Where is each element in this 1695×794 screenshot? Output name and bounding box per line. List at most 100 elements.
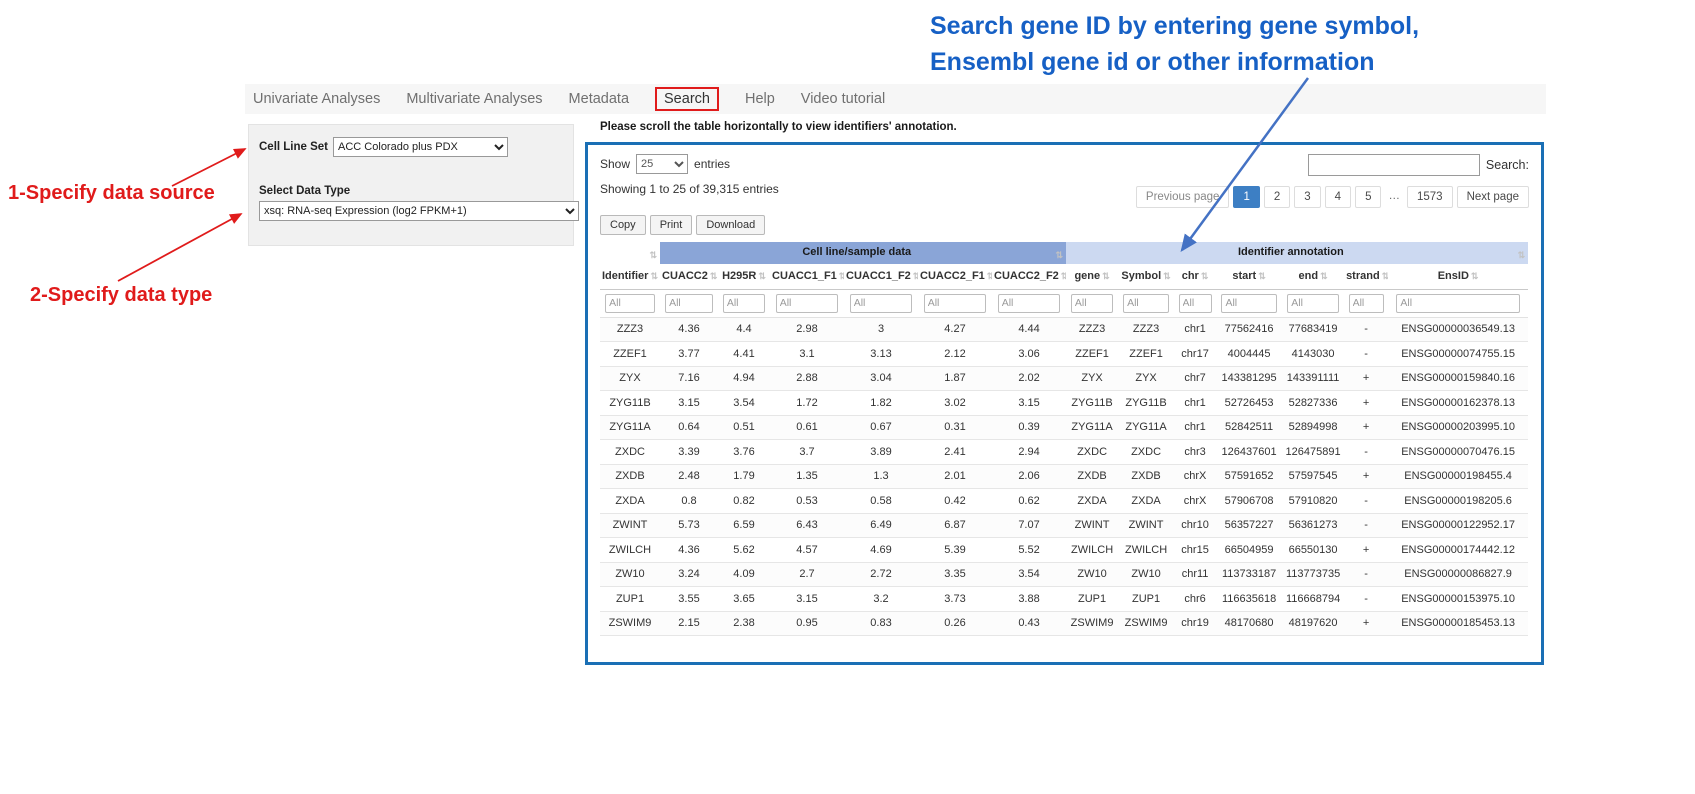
pagination-page-2[interactable]: 2 <box>1264 186 1290 208</box>
column-header-cuacc2_f2[interactable]: CUACC2_F2⇅ <box>992 264 1066 289</box>
table-row[interactable]: ZZZ34.364.42.9834.274.44ZZZ3ZZZ3chr17756… <box>600 317 1528 342</box>
column-header-cuacc1_f2[interactable]: CUACC1_F2⇅ <box>844 264 918 289</box>
cell-cuacc1_f2: 3.89 <box>844 440 918 465</box>
column-header-strand[interactable]: strand⇅ <box>1344 264 1388 289</box>
table-row[interactable]: ZSWIM92.152.380.950.830.260.43ZSWIM9ZSWI… <box>600 611 1528 636</box>
cell-start: 77562416 <box>1216 317 1282 342</box>
filter-input-cuacc1_f1[interactable] <box>776 294 839 313</box>
cell-identifier: ZYG11B <box>600 391 660 416</box>
table-row[interactable]: ZXDB2.481.791.351.32.012.06ZXDBZXDBchrX5… <box>600 464 1528 489</box>
cell-cuacc2_f2: 2.94 <box>992 440 1066 465</box>
cell-chr: chr15 <box>1174 538 1216 563</box>
pagination-page-4[interactable]: 4 <box>1325 186 1351 208</box>
filter-input-cuacc2[interactable] <box>665 294 713 313</box>
cell-strand: - <box>1344 562 1388 587</box>
cell-ensid: ENSG00000122952.17 <box>1388 513 1528 538</box>
table-search-input[interactable] <box>1308 154 1480 176</box>
cell-h295r: 4.41 <box>718 342 770 367</box>
group-header-identifier-annotation[interactable]: Identifier annotation⇅ <box>1066 242 1528 264</box>
table-row[interactable]: ZW103.244.092.72.723.353.54ZW10ZW10chr11… <box>600 562 1528 587</box>
column-header-start[interactable]: start⇅ <box>1216 264 1282 289</box>
sort-icon: ⇅ <box>1056 250 1064 261</box>
data-type-select[interactable]: xsq: RNA-seq Expression (log2 FPKM+1) <box>259 201 579 221</box>
pagination-page-1573[interactable]: 1573 <box>1407 186 1453 208</box>
nav-item-metadata[interactable]: Metadata <box>569 91 629 107</box>
column-header-cuacc2_f1[interactable]: CUACC2_F1⇅ <box>918 264 992 289</box>
cell-cuacc2_f1: 2.12 <box>918 342 992 367</box>
filter-input-cuacc2_f2[interactable] <box>998 294 1061 313</box>
cell-cuacc2: 0.64 <box>660 415 718 440</box>
data-type-annotation: 2-Specify data type <box>30 284 212 307</box>
cell-h295r: 5.62 <box>718 538 770 563</box>
column-header-symbol[interactable]: Symbol⇅ <box>1118 264 1174 289</box>
nav-item-multivariate-analyses[interactable]: Multivariate Analyses <box>406 91 542 107</box>
cell-cuacc1_f1: 2.88 <box>770 366 844 391</box>
table-row[interactable]: ZWILCH4.365.624.574.695.395.52ZWILCHZWIL… <box>600 538 1528 563</box>
filter-input-ensid[interactable] <box>1396 294 1519 313</box>
cell-cuacc1_f1: 3.7 <box>770 440 844 465</box>
column-header-identifier[interactable]: Identifier⇅ <box>600 264 660 289</box>
table-row[interactable]: ZWINT5.736.596.436.496.877.07ZWINTZWINTc… <box>600 513 1528 538</box>
pagination-next-button[interactable]: Next page <box>1457 186 1529 208</box>
column-header-chr[interactable]: chr⇅ <box>1174 264 1216 289</box>
cell-cuacc2: 2.15 <box>660 611 718 636</box>
nav-item-search[interactable]: Search <box>655 87 719 111</box>
cell-strand: + <box>1344 538 1388 563</box>
filter-input-cuacc1_f2[interactable] <box>850 294 913 313</box>
column-header-gene[interactable]: gene⇅ <box>1066 264 1118 289</box>
filter-input-start[interactable] <box>1221 294 1276 313</box>
filter-input-gene[interactable] <box>1071 294 1113 313</box>
pagination-previous-button[interactable]: Previous page <box>1136 186 1230 208</box>
cell-gene: ZSWIM9 <box>1066 611 1118 636</box>
group-header-blank[interactable]: ⇅ <box>600 242 660 264</box>
copy-button[interactable]: Copy <box>600 215 646 235</box>
nav-item-univariate-analyses[interactable]: Univariate Analyses <box>253 91 380 107</box>
cell-cuacc1_f1: 0.53 <box>770 489 844 514</box>
filter-input-end[interactable] <box>1287 294 1339 313</box>
page-length-select[interactable]: 25 <box>636 154 688 174</box>
print-button[interactable]: Print <box>650 215 693 235</box>
pagination-page-1[interactable]: 1 <box>1233 186 1259 208</box>
group-header-row: ⇅ Cell line/sample data⇅ Identifier anno… <box>600 242 1528 264</box>
filter-input-cuacc2_f1[interactable] <box>924 294 987 313</box>
cell-end: 126475891 <box>1282 440 1344 465</box>
column-header-cuacc2[interactable]: CUACC2⇅ <box>660 264 718 289</box>
table-row[interactable]: ZZEF13.774.413.13.132.123.06ZZEF1ZZEF1ch… <box>600 342 1528 367</box>
column-header-h295r[interactable]: H295R⇅ <box>718 264 770 289</box>
cell-ensid: ENSG00000153975.10 <box>1388 587 1528 612</box>
filter-input-strand[interactable] <box>1349 294 1384 313</box>
filter-input-identifier[interactable] <box>605 294 655 313</box>
cell-cuacc1_f1: 4.57 <box>770 538 844 563</box>
cell-chr: chr7 <box>1174 366 1216 391</box>
nav-item-video-tutorial[interactable]: Video tutorial <box>801 91 885 107</box>
download-button[interactable]: Download <box>696 215 765 235</box>
table-row[interactable]: ZXDC3.393.763.73.892.412.94ZXDCZXDCchr31… <box>600 440 1528 465</box>
group-header-cell-line-data[interactable]: Cell line/sample data⇅ <box>660 242 1066 264</box>
cell-end: 56361273 <box>1282 513 1344 538</box>
cell-line-set-select[interactable]: ACC Colorado plus PDX <box>333 137 508 157</box>
table-row[interactable]: ZYG11B3.153.541.721.823.023.15ZYG11BZYG1… <box>600 391 1528 416</box>
table-row[interactable]: ZYX7.164.942.883.041.872.02ZYXZYXchr7143… <box>600 366 1528 391</box>
column-header-ensid[interactable]: EnsID⇅ <box>1388 264 1528 289</box>
cell-symbol: ZUP1 <box>1118 587 1174 612</box>
filter-input-chr[interactable] <box>1179 294 1212 313</box>
filter-input-symbol[interactable] <box>1123 294 1169 313</box>
cell-start: 48170680 <box>1216 611 1282 636</box>
cell-h295r: 3.65 <box>718 587 770 612</box>
pagination-page-5[interactable]: 5 <box>1355 186 1381 208</box>
pagination-page-3[interactable]: 3 <box>1294 186 1320 208</box>
table-row[interactable]: ZYG11A0.640.510.610.670.310.39ZYG11AZYG1… <box>600 415 1528 440</box>
cell-cuacc2: 5.73 <box>660 513 718 538</box>
cell-chr: chrX <box>1174 464 1216 489</box>
table-row[interactable]: ZUP13.553.653.153.23.733.88ZUP1ZUP1chr61… <box>600 587 1528 612</box>
column-header-cuacc1_f1[interactable]: CUACC1_F1⇅ <box>770 264 844 289</box>
data-selection-panel: Cell Line Set ACC Colorado plus PDX Sele… <box>248 124 574 246</box>
cell-identifier: ZXDC <box>600 440 660 465</box>
cell-identifier: ZZEF1 <box>600 342 660 367</box>
nav-item-help[interactable]: Help <box>745 91 775 107</box>
table-row[interactable]: ZXDA0.80.820.530.580.420.62ZXDAZXDAchrX5… <box>600 489 1528 514</box>
showing-entries-text: Showing 1 to 25 of 39,315 entries <box>600 182 779 196</box>
cell-cuacc1_f2: 4.69 <box>844 538 918 563</box>
filter-input-h295r[interactable] <box>723 294 765 313</box>
column-header-end[interactable]: end⇅ <box>1282 264 1344 289</box>
